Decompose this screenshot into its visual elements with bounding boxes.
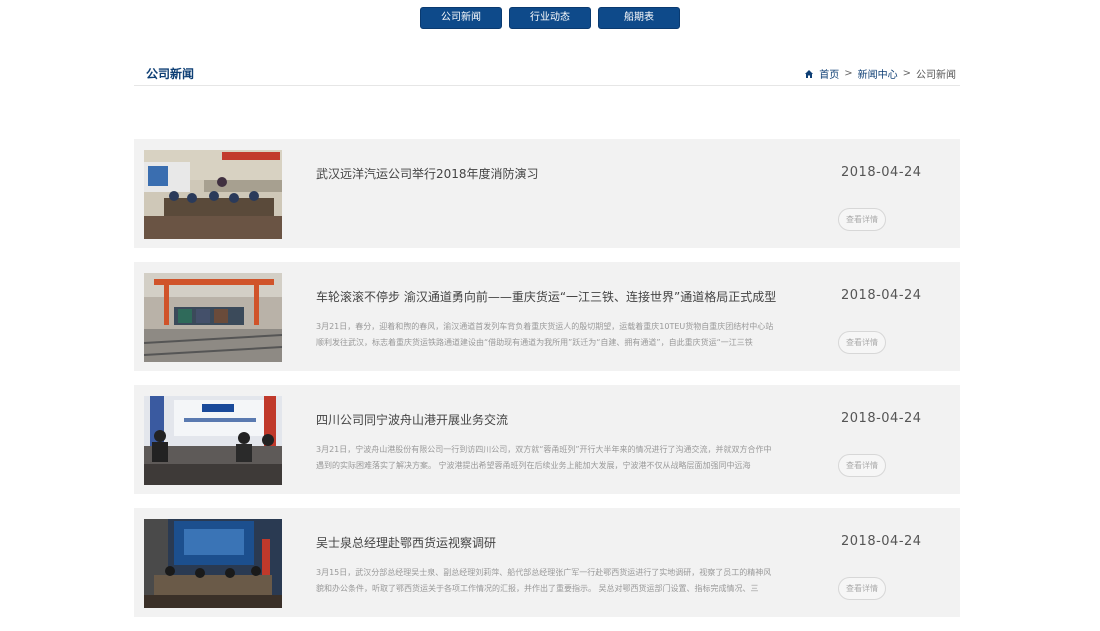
breadcrumb-current: 公司新闻: [916, 70, 956, 81]
breadcrumb-home-link[interactable]: 首页: [819, 66, 839, 81]
news-summary: 3月15日，武汉分部总经理吴士泉、副总经理刘莉萍、船代部总经理张广军一行赴鄂西货…: [316, 568, 772, 593]
page-title: 公司新闻: [146, 67, 195, 81]
news-thumbnail[interactable]: [144, 396, 282, 485]
news-item: 武汉远洋汽运公司举行2018年度消防演习 2018-04-24 查看详情: [134, 139, 960, 248]
nav-industry-news-button[interactable]: 行业动态: [509, 7, 591, 29]
nav-schedule-button[interactable]: 船期表: [598, 7, 680, 29]
news-date: 2018-04-24: [841, 165, 922, 180]
news-item: 四川公司同宁波舟山港开展业务交流 3月21日，宁波舟山港股份有限公司一行到访四川…: [134, 385, 960, 494]
news-date: 2018-04-24: [841, 288, 922, 303]
news-item: 吴士泉总经理赴鄂西货运视察调研 3月15日，武汉分部总经理吴士泉、副总经理刘莉萍…: [134, 508, 960, 617]
news-title-link[interactable]: 武汉远洋汽运公司举行2018年度消防演习: [316, 165, 786, 182]
news-summary: [316, 196, 778, 230]
breadcrumb-separator: >: [902, 68, 911, 79]
news-thumbnail[interactable]: [144, 273, 282, 362]
news-title-link[interactable]: 四川公司同宁波舟山港开展业务交流: [316, 411, 786, 428]
news-title-link[interactable]: 吴士泉总经理赴鄂西货运视察调研: [316, 534, 786, 551]
news-thumbnail[interactable]: [144, 150, 282, 239]
nav-company-news-button[interactable]: 公司新闻: [420, 7, 502, 29]
breadcrumb-separator: >: [844, 68, 853, 79]
news-date: 2018-04-24: [841, 411, 922, 426]
view-details-button[interactable]: 查看详情: [838, 208, 886, 231]
view-details-button[interactable]: 查看详情: [838, 454, 886, 477]
news-item: 车轮滚滚不停步 渝汉通道勇向前——重庆货运“一江三铁、连接世界”通道格局正式成型…: [134, 262, 960, 371]
breadcrumb-news-center-link[interactable]: 新闻中心: [858, 66, 898, 81]
news-title-link[interactable]: 车轮滚滚不停步 渝汉通道勇向前——重庆货运“一江三铁、连接世界”通道格局正式成型: [316, 288, 786, 305]
news-thumbnail[interactable]: [144, 519, 282, 608]
view-details-button[interactable]: 查看详情: [838, 331, 886, 354]
breadcrumb: 首页 > 新闻中心 > 公司新闻: [804, 66, 956, 81]
news-summary: 3月21日，春分，迎着和煦的春风，渝汉通道首发列车背负着重庆货运人的殷切期望，运…: [316, 322, 774, 347]
view-details-button[interactable]: 查看详情: [838, 577, 886, 600]
news-list: 武汉远洋汽运公司举行2018年度消防演习 2018-04-24 查看详情 车轮滚…: [134, 139, 960, 631]
top-nav: 公司新闻 行业动态 船期表: [0, 7, 1100, 29]
section-header: 公司新闻 首页 > 新闻中心 > 公司新闻: [134, 58, 960, 86]
news-date: 2018-04-24: [841, 534, 922, 549]
news-summary: 3月21日，宁波舟山港股份有限公司一行到访四川公司，双方就“蓉甬班列”开行大半年…: [316, 445, 772, 470]
home-icon[interactable]: [804, 69, 814, 79]
